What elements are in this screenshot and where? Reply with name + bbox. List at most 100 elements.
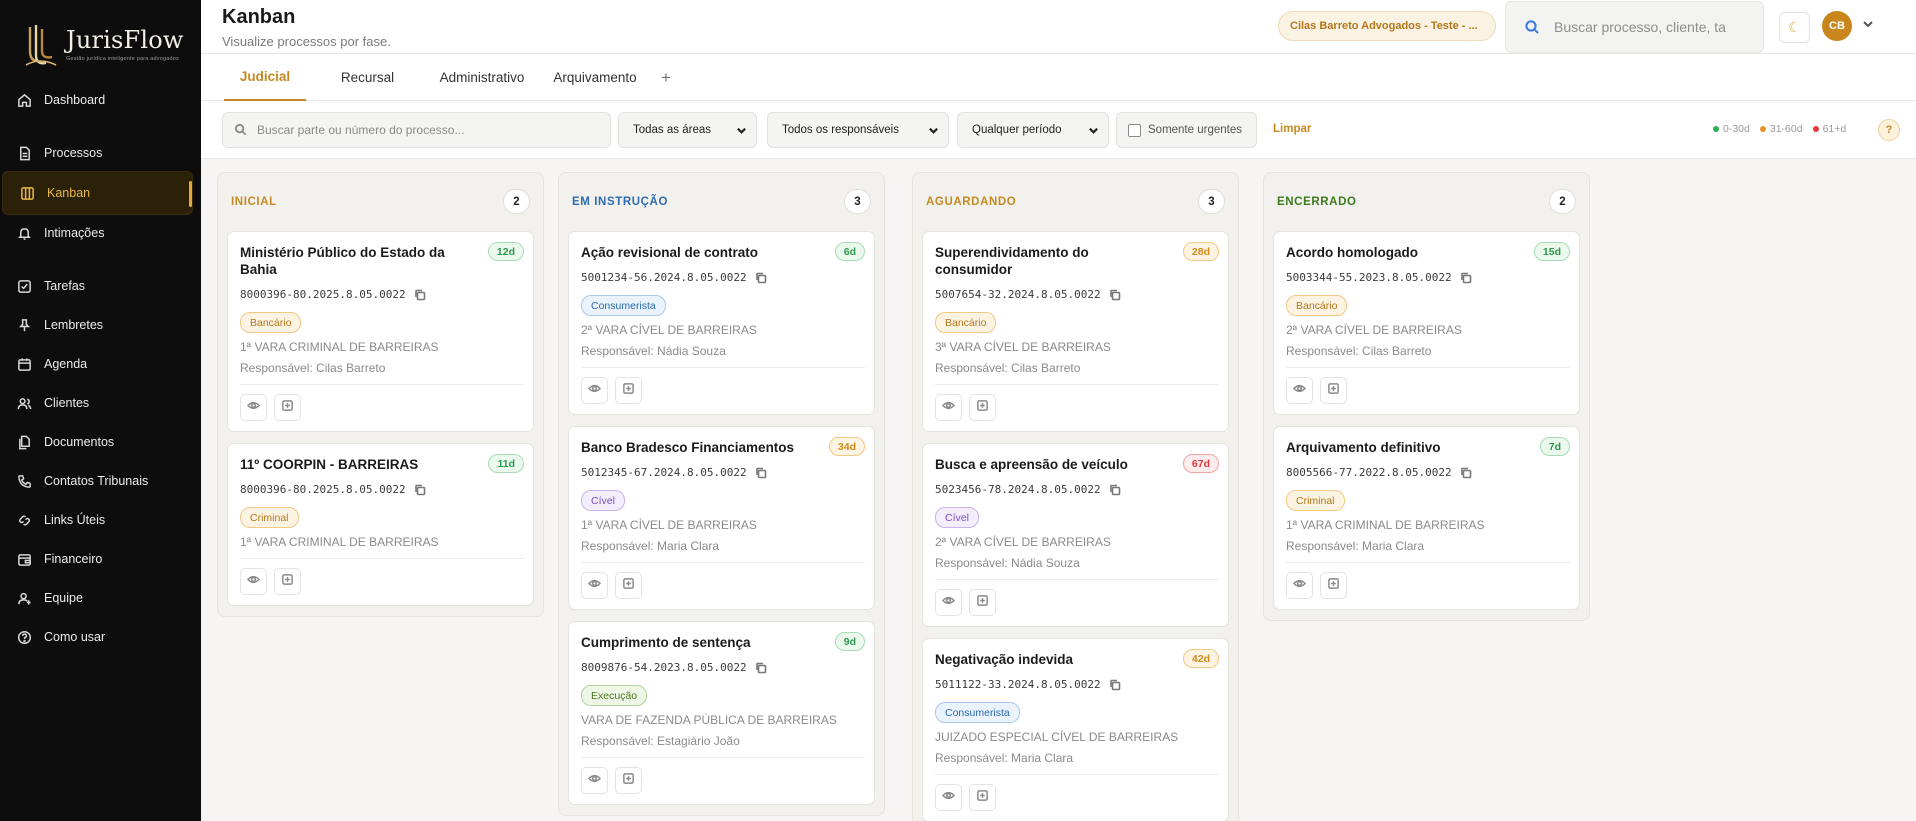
case-search-input[interactable] bbox=[257, 123, 597, 137]
add-tab-button[interactable]: + bbox=[661, 68, 671, 88]
court-name: 1ª VARA CRIMINAL DE BARREIRAS bbox=[240, 535, 439, 549]
area-select-value: Todas as áreas bbox=[633, 124, 711, 136]
add-button[interactable] bbox=[969, 589, 996, 616]
chevron-down-icon bbox=[929, 127, 938, 134]
theme-toggle-button[interactable]: ☾ bbox=[1779, 12, 1810, 43]
sidebar-item-kanban[interactable]: Kanban bbox=[2, 171, 193, 215]
sidebar-item-dashboard[interactable]: Dashboard bbox=[0, 78, 201, 122]
organization-selector[interactable]: Cilas Barreto Advogados - Teste - ... bbox=[1278, 11, 1496, 41]
tab-recursal[interactable]: Recursal bbox=[321, 54, 414, 101]
sidebar: JurisFlow Gestão jurídica inteligente pa… bbox=[0, 0, 201, 821]
process-card[interactable]: Superendividamento do consumidor 28d 50076… bbox=[922, 231, 1229, 432]
view-button[interactable] bbox=[581, 377, 608, 404]
responsible: Responsável: Nádia Souza bbox=[581, 344, 726, 358]
add-button[interactable] bbox=[1320, 377, 1347, 404]
process-card[interactable]: Ministério Público do Estado da Bahia 12d… bbox=[227, 231, 534, 432]
add-button[interactable] bbox=[969, 784, 996, 811]
view-button[interactable] bbox=[581, 767, 608, 794]
add-button[interactable] bbox=[615, 572, 642, 599]
sidebar-item-como-usar[interactable]: Como usar bbox=[0, 615, 201, 659]
process-card[interactable]: Ação revisional de contrato 6d 5001234-56.… bbox=[568, 231, 875, 415]
process-number-text: 5001234-56.2024.8.05.0022 bbox=[581, 271, 747, 284]
period-select[interactable]: Qualquer período bbox=[957, 112, 1109, 148]
copy-icon[interactable] bbox=[755, 662, 767, 674]
age-badge: 15d bbox=[1533, 242, 1570, 261]
view-button[interactable] bbox=[1286, 572, 1313, 599]
user-avatar[interactable]: CB bbox=[1822, 11, 1852, 41]
eye-icon bbox=[587, 577, 602, 595]
chevron-down-icon[interactable] bbox=[1861, 17, 1875, 31]
sidebar-item-processos[interactable]: Processos bbox=[0, 131, 201, 175]
add-button[interactable] bbox=[1320, 572, 1347, 599]
court-name: VARA DE FAZENDA PÚBLICA DE BARREIRAS bbox=[581, 713, 837, 727]
responsible: Responsável: Maria Clara bbox=[581, 539, 720, 553]
column-header: ENCERRADO 2 bbox=[1277, 189, 1576, 214]
copy-icon[interactable] bbox=[1460, 272, 1472, 284]
process-card[interactable]: Negativação indevida 42d 5011122-33.2024.8… bbox=[922, 638, 1229, 821]
sidebar-item-documentos[interactable]: Documentos bbox=[0, 420, 201, 464]
responsible-select[interactable]: Todos os responsáveis bbox=[767, 112, 949, 148]
process-card[interactable]: Cumprimento de sentença 9d 8009876-54.2023… bbox=[568, 621, 875, 805]
process-number: 5023456-78.2024.8.05.0022 bbox=[935, 483, 1121, 496]
view-button[interactable] bbox=[935, 394, 962, 421]
help-button[interactable]: ? bbox=[1878, 119, 1900, 141]
search-icon bbox=[234, 123, 248, 137]
card-divider bbox=[935, 384, 1219, 385]
court-name: 2ª VARA CÍVEL DE BARREIRAS bbox=[1286, 323, 1462, 337]
sidebar-item-tarefas[interactable]: Tarefas bbox=[0, 264, 201, 308]
plus-square-icon bbox=[1327, 382, 1340, 400]
copy-icon[interactable] bbox=[414, 289, 426, 301]
user-add-icon bbox=[16, 590, 32, 606]
urgent-only-checkbox[interactable]: Somente urgentes bbox=[1116, 112, 1257, 148]
view-button[interactable] bbox=[240, 394, 267, 421]
add-button[interactable] bbox=[274, 568, 301, 595]
sidebar-item-agenda[interactable]: Agenda bbox=[0, 342, 201, 386]
add-button[interactable] bbox=[969, 394, 996, 421]
add-button[interactable] bbox=[274, 394, 301, 421]
copy-icon[interactable] bbox=[414, 484, 426, 496]
copy-icon[interactable] bbox=[1460, 467, 1472, 479]
view-button[interactable] bbox=[935, 589, 962, 616]
sidebar-item-intimacoes[interactable]: Intimações bbox=[0, 211, 201, 255]
brand-logo[interactable]: JurisFlow Gestão jurídica inteligente pa… bbox=[24, 18, 184, 70]
process-card[interactable]: Banco Bradesco Financiamentos 34d 5012345-… bbox=[568, 426, 875, 610]
copy-icon[interactable] bbox=[1109, 484, 1121, 496]
area-badge: Execução bbox=[581, 685, 648, 706]
card-divider bbox=[581, 562, 865, 563]
add-button[interactable] bbox=[615, 767, 642, 794]
copy-icon[interactable] bbox=[1109, 679, 1121, 691]
help-circle-icon bbox=[16, 629, 32, 645]
sidebar-item-equipe[interactable]: Equipe bbox=[0, 576, 201, 620]
process-card[interactable]: Arquivamento definitivo 7d 8005566-77.2022… bbox=[1273, 426, 1580, 610]
copy-icon[interactable] bbox=[755, 272, 767, 284]
column-header: AGUARDANDO 3 bbox=[926, 189, 1225, 214]
court-name: 1ª VARA CÍVEL DE BARREIRAS bbox=[581, 518, 757, 532]
copy-icon[interactable] bbox=[755, 467, 767, 479]
process-card[interactable]: Busca e apreensão de veículo 67d 5023456-7… bbox=[922, 443, 1229, 627]
view-button[interactable] bbox=[1286, 377, 1313, 404]
tab-administrativo[interactable]: Administrativo bbox=[417, 54, 547, 101]
view-button[interactable] bbox=[935, 784, 962, 811]
view-button[interactable] bbox=[581, 572, 608, 599]
court-name: JUIZADO ESPECIAL CÍVEL DE BARREIRAS bbox=[935, 730, 1179, 744]
tab-judicial[interactable]: Judicial bbox=[224, 54, 306, 101]
sidebar-item-links-uteis[interactable]: Links Úteis bbox=[0, 498, 201, 542]
sidebar-item-lembretes[interactable]: Lembretes bbox=[0, 303, 201, 347]
view-button[interactable] bbox=[240, 568, 267, 595]
plus-square-icon bbox=[1327, 577, 1340, 595]
global-search-input[interactable] bbox=[1554, 19, 1754, 35]
process-card[interactable]: Acordo homologado 15d 5003344-55.2023.8.05… bbox=[1273, 231, 1580, 415]
sidebar-item-financeiro[interactable]: Financeiro bbox=[0, 537, 201, 581]
process-card[interactable]: 11º COORPIN - BARREIRAS 11d 8000396-80.202… bbox=[227, 443, 534, 606]
sidebar-item-clientes[interactable]: Clientes bbox=[0, 381, 201, 425]
clear-filters-button[interactable]: Limpar bbox=[1273, 123, 1311, 135]
add-button[interactable] bbox=[615, 377, 642, 404]
sidebar-item-contatos-tribunais[interactable]: Contatos Tribunais bbox=[0, 459, 201, 503]
copy-icon[interactable] bbox=[1109, 289, 1121, 301]
area-select[interactable]: Todas as áreas bbox=[618, 112, 757, 148]
tab-arquivamento[interactable]: Arquivamento bbox=[545, 54, 645, 101]
bell-icon bbox=[16, 225, 32, 241]
checkbox-box[interactable] bbox=[1128, 123, 1141, 137]
area-badge: Cível bbox=[581, 490, 625, 511]
process-number-text: 5012345-67.2024.8.05.0022 bbox=[581, 466, 747, 479]
